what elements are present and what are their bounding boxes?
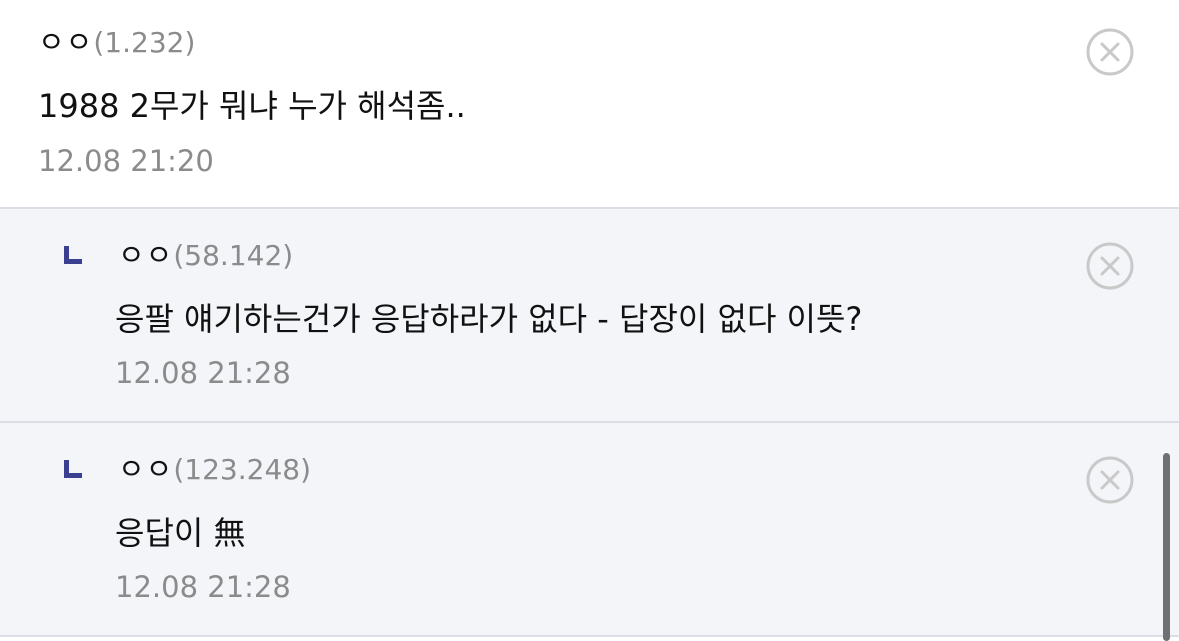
reply-comment: ㅇㅇ(123.248) 응답이 無 12.08 21:28 bbox=[0, 423, 1179, 637]
comment: ㅇㅇ(1.232) 1988 2무가 뭐냐 누가 해석좀.. 12.08 21:… bbox=[0, 0, 1179, 209]
delete-comment-button[interactable] bbox=[1085, 241, 1135, 291]
scrollbar-thumb[interactable] bbox=[1163, 453, 1170, 641]
comment-timestamp: 12.08 21:20 bbox=[38, 144, 214, 178]
close-circle-icon bbox=[1086, 28, 1134, 76]
reply-corner-icon bbox=[64, 246, 82, 264]
author-name[interactable]: ㅇㅇ bbox=[38, 25, 93, 59]
close-circle-icon bbox=[1086, 242, 1134, 290]
author-name[interactable]: ㅇㅇ bbox=[118, 452, 173, 486]
comment-text: 응답이 無 bbox=[115, 514, 246, 552]
comment-list: ㅇㅇ(1.232) 1988 2무가 뭐냐 누가 해석좀.. 12.08 21:… bbox=[0, 0, 1179, 641]
comment-timestamp: 12.08 21:28 bbox=[115, 570, 291, 604]
author-name[interactable]: ㅇㅇ bbox=[118, 238, 173, 272]
author-ip: (58.142) bbox=[173, 239, 294, 272]
close-circle-icon bbox=[1086, 456, 1134, 504]
author-ip: (123.248) bbox=[173, 453, 312, 486]
reply-corner-icon bbox=[64, 460, 82, 478]
comment-timestamp: 12.08 21:28 bbox=[115, 356, 291, 390]
comment-text: 응팔 얘기하는건가 응답하라가 없다 - 답장이 없다 이뜻? bbox=[115, 300, 863, 338]
comment-author-line: ㅇㅇ(58.142) bbox=[118, 237, 293, 274]
comment-author-line: ㅇㅇ(123.248) bbox=[118, 451, 311, 488]
author-ip: (1.232) bbox=[93, 26, 196, 59]
delete-comment-button[interactable] bbox=[1085, 27, 1135, 77]
comment-author-line: ㅇㅇ(1.232) bbox=[38, 24, 195, 61]
comment-text: 1988 2무가 뭐냐 누가 해석좀.. bbox=[38, 87, 466, 125]
delete-comment-button[interactable] bbox=[1085, 455, 1135, 505]
reply-comment: ㅇㅇ(58.142) 응팔 얘기하는건가 응답하라가 없다 - 답장이 없다 이… bbox=[0, 209, 1179, 423]
